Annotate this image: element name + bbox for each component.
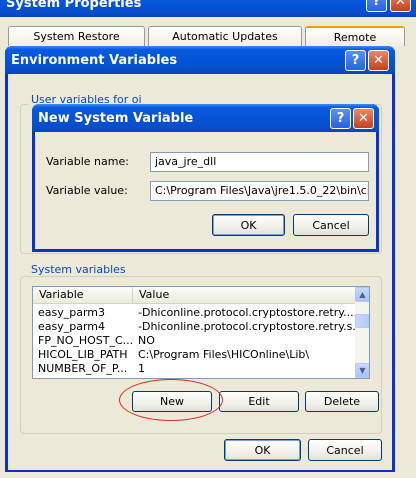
help-icon[interactable]: ? [345,50,366,71]
close-icon[interactable]: ✕ [390,0,411,12]
variable-value-label: Variable value: [46,184,128,197]
column-header-value[interactable]: Value [133,287,355,303]
scroll-thumb[interactable] [355,314,369,328]
close-icon[interactable]: ✕ [368,50,389,71]
variable-name-field[interactable]: java_jre_dll [150,152,369,172]
help-icon[interactable]: ? [330,108,351,129]
system-properties-titlebar: System Properties [0,0,416,17]
table-row[interactable]: NUMBER_OF_P... 1 [33,362,355,376]
list-header: Variable Value [33,287,355,304]
scroll-up-icon[interactable]: ▲ [355,287,369,302]
edit-button[interactable]: Edit [219,391,299,412]
tab-remote[interactable]: Remote [305,26,405,46]
table-row[interactable]: easy_parm4 -Dhiconline.protocol.cryptost… [33,320,355,334]
ok-button[interactable]: OK [224,439,301,461]
list-scrollbar[interactable]: ▲ ▼ [355,287,369,378]
new-system-variable-titlebar: New System Variable [32,104,379,132]
ok-button[interactable]: OK [212,214,285,236]
value-cell: NO [138,334,155,347]
close-icon[interactable]: ✕ [353,108,374,129]
variable-name-label: Variable name: [46,155,129,168]
environment-variables-title: Environment Variables [11,53,178,68]
new-system-variable-dialog: New System Variable ? ✕ Variable name: j… [32,104,379,252]
help-icon[interactable]: ? [366,0,387,12]
variable-cell: easy_parm4 [38,320,106,333]
value-cell: C:\Program Files\HICOnline\Lib\ [138,348,310,361]
variable-value-field[interactable]: C:\Program Files\Java\jre1.5.0_22\bin\cl… [150,181,369,201]
new-system-variable-body: Variable name: java_jre_dll Variable val… [35,132,376,249]
table-row[interactable]: easy_parm3 -Dhiconline.protocol.cryptost… [33,306,355,320]
environment-variables-titlebar: Environment Variables [5,46,395,74]
highlight-circle [119,379,223,421]
cancel-button[interactable]: Cancel [308,439,382,461]
tab-system-restore[interactable]: System Restore [8,26,145,46]
table-row[interactable]: FP_NO_HOST_C... NO [33,334,355,348]
value-cell: -Dhiconline.protocol.cryptostore.retry.s… [138,320,355,333]
value-cell: 1 [138,362,145,375]
cancel-button[interactable]: Cancel [293,214,369,236]
table-row[interactable]: HICOL_LIB_PATH C:\Program Files\HICOnlin… [33,348,355,362]
value-cell: -Dhiconline.protocol.cryptostore.retry..… [138,306,355,319]
tab-automatic-updates[interactable]: Automatic Updates [148,26,302,46]
system-variables-label: System variables [28,264,129,276]
variable-cell: easy_parm3 [38,306,106,319]
scroll-down-icon[interactable]: ▼ [355,363,369,378]
variable-cell: NUMBER_OF_P... [38,362,128,375]
variable-cell: FP_NO_HOST_C... [38,334,133,347]
delete-button[interactable]: Delete [305,391,379,412]
new-system-variable-title: New System Variable [38,111,194,126]
system-variables-list[interactable]: Variable Value easy_parm3 -Dhiconline.pr… [32,286,370,379]
system-properties-title: System Properties [6,0,142,11]
variable-cell: HICOL_LIB_PATH [38,348,128,361]
column-header-variable[interactable]: Variable [33,287,133,303]
